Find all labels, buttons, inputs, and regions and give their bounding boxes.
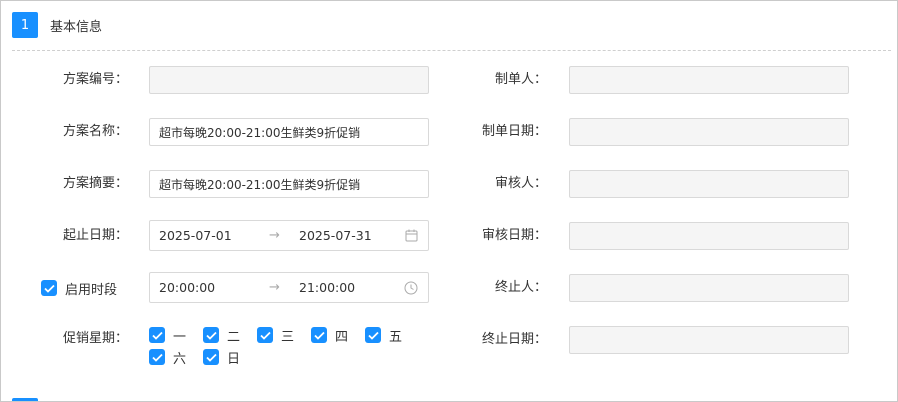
time-range-picker[interactable]: 20:00:00 → 21:00:00 (149, 272, 429, 303)
plan-no-label: 方案编号： (62, 72, 128, 87)
terminate-date-field[interactable] (569, 326, 849, 354)
plan-summary-label: 方案摘要： (62, 176, 128, 191)
plan-summary-input[interactable]: 超市每晚20:00-21:00生鲜类9折促销 (149, 170, 429, 198)
section-number-badge: 1 (12, 12, 38, 38)
weekday-checkbox[interactable] (149, 327, 165, 343)
weekday-fri[interactable]: 五 (365, 326, 403, 345)
weekday-thu[interactable]: 四 (311, 326, 349, 345)
weekday-tue[interactable]: 二 (203, 326, 241, 345)
creator-field[interactable] (569, 66, 849, 94)
weekday-checkbox[interactable] (203, 327, 219, 343)
terminator-field[interactable] (569, 274, 849, 302)
weekday-mon[interactable]: 一 (149, 326, 187, 345)
date-range-label: 起止日期： (62, 228, 128, 243)
weekday-checkbox[interactable] (257, 327, 273, 343)
start-date-value[interactable]: 2025-07-01 (159, 228, 269, 243)
weekday-sat[interactable]: 六 (149, 348, 187, 367)
plan-name-input[interactable]: 超市每晚20:00-21:00生鲜类9折促销 (149, 118, 429, 146)
weekday-checkbox[interactable] (203, 349, 219, 365)
audit-date-label: 审核日期： (481, 228, 547, 243)
next-section-badge (12, 398, 38, 401)
weekday-label: 二 (227, 329, 241, 345)
weekday-label: 四 (335, 329, 349, 345)
weekday-label: 三 (281, 329, 295, 345)
plan-no-field[interactable] (149, 66, 429, 94)
weekday-checkbox[interactable] (149, 349, 165, 365)
weekday-wed[interactable]: 三 (257, 326, 295, 345)
weekday-label: 五 (389, 329, 403, 345)
start-time-value[interactable]: 20:00:00 (159, 280, 269, 295)
weekday-label: 六 (173, 351, 187, 367)
creator-label: 制单人： (494, 72, 547, 87)
range-arrow: → (269, 228, 280, 243)
auditor-field[interactable] (569, 170, 849, 198)
section-divider (12, 50, 891, 51)
section-title: 基本信息 (50, 19, 103, 35)
weekday-sun[interactable]: 日 (203, 348, 241, 367)
auditor-label: 审核人： (494, 176, 547, 191)
weekday-label: 一 (173, 329, 187, 345)
create-date-field[interactable] (569, 118, 849, 146)
weekday-label: 日 (227, 351, 241, 367)
weekday-checkbox[interactable] (311, 327, 327, 343)
range-arrow: → (269, 280, 280, 295)
enable-time-label: 启用时段 (65, 282, 118, 298)
terminate-date-label: 终止日期： (481, 332, 547, 347)
enable-time-checkbox[interactable] (41, 280, 57, 296)
weekdays-label: 促销星期： (62, 331, 128, 346)
calendar-icon[interactable] (403, 228, 419, 244)
plan-name-label: 方案名称： (62, 124, 128, 139)
clock-icon[interactable] (403, 280, 419, 296)
basic-info-panel: 1 基本信息 方案编号： 方案名称： 超市每晚20:00-21:00生鲜类9折促… (0, 0, 898, 402)
section-header: 1 基本信息 (12, 12, 102, 38)
enable-time-toggle[interactable]: 启用时段 (41, 279, 118, 298)
audit-date-field[interactable] (569, 222, 849, 250)
end-time-value[interactable]: 21:00:00 (299, 280, 403, 295)
weekday-checkbox[interactable] (365, 327, 381, 343)
end-date-value[interactable]: 2025-07-31 (299, 228, 403, 243)
terminator-label: 终止人： (494, 280, 547, 295)
create-date-label: 制单日期： (481, 124, 547, 139)
date-range-picker[interactable]: 2025-07-01 → 2025-07-31 (149, 220, 429, 251)
